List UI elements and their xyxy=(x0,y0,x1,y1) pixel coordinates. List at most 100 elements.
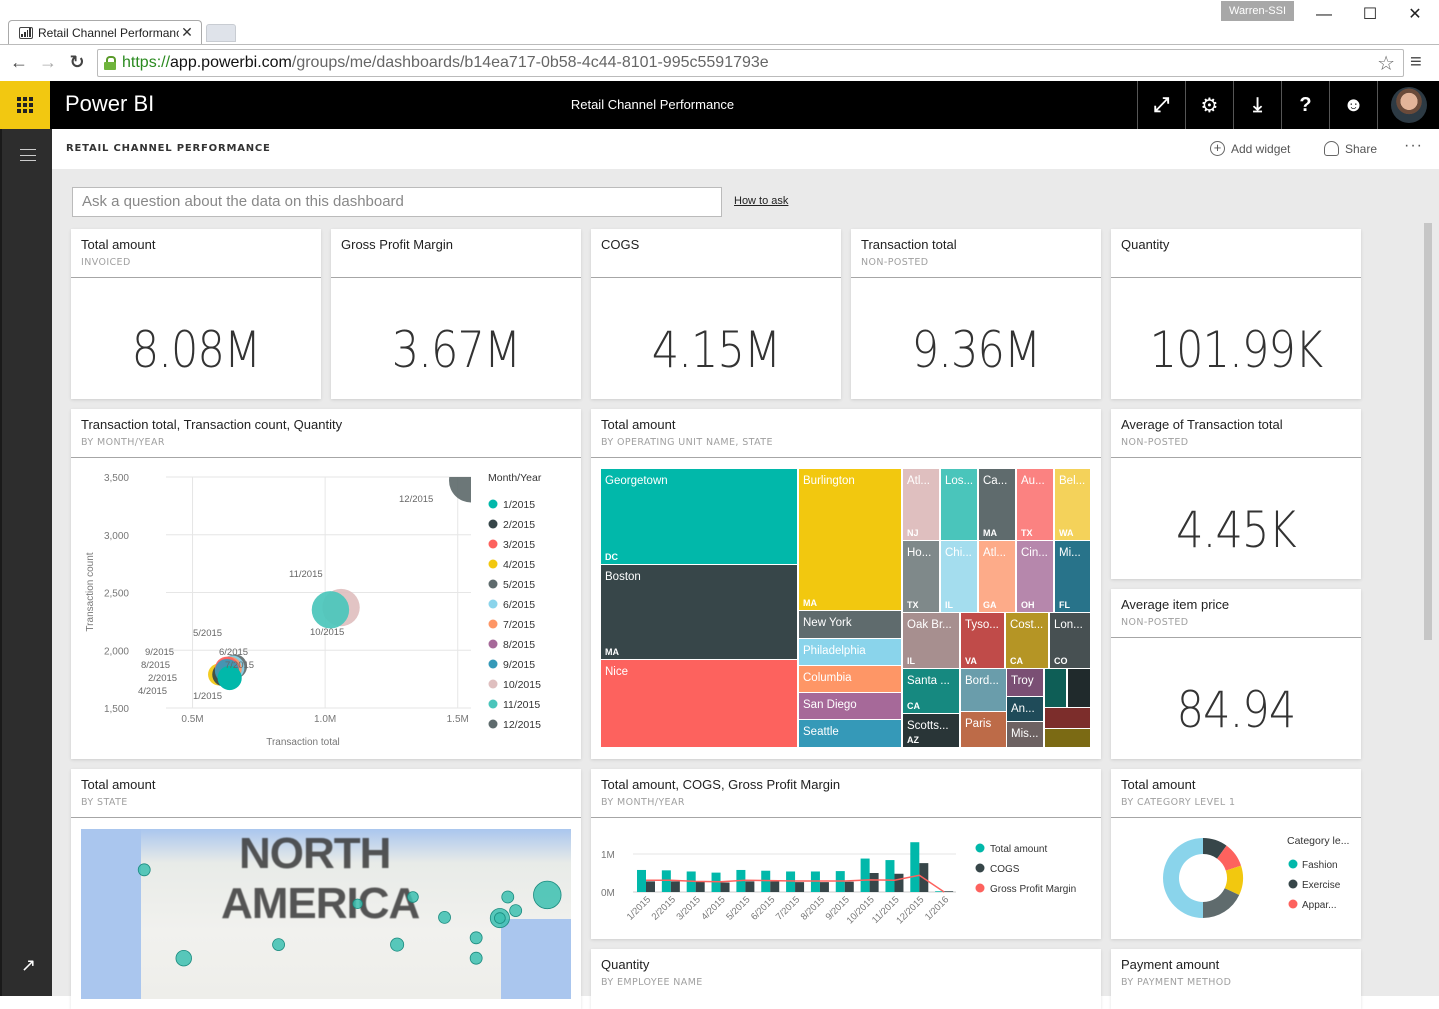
scatter-tile[interactable]: Transaction total, Transaction count, Qu… xyxy=(71,409,581,759)
tile-subtitle: BY OPERATING UNIT NAME, STATE xyxy=(601,437,773,448)
treemap-cell-label: Philadelphia xyxy=(803,645,866,657)
combo-chart-tile[interactable]: Total amount, COGS, Gross Profit Margin B… xyxy=(591,769,1101,939)
treemap-cell[interactable]: Los... xyxy=(941,469,977,540)
new-tab-button[interactable] xyxy=(206,24,236,42)
url-scheme: https:// xyxy=(122,54,171,71)
treemap-cell[interactable]: Chi... IL xyxy=(941,541,977,612)
scatter-chart[interactable]: 1,500 2,000 2,500 3,000 3,500 0.5M 1.0M 1.5M Tra… xyxy=(71,459,581,759)
bar-cogs xyxy=(844,881,854,892)
maximize-button[interactable]: ☐ xyxy=(1356,4,1384,26)
kpi-tile-total-amount[interactable]: Total amount INVOICED 8.08M xyxy=(71,229,321,399)
expand-nav-icon[interactable]: ↗ xyxy=(21,955,36,976)
minimize-button[interactable]: — xyxy=(1310,4,1338,26)
treemap-cell[interactable] xyxy=(1068,669,1090,707)
treemap-cell[interactable]: Atl... GA xyxy=(979,541,1015,612)
treemap-cell[interactable]: Paris xyxy=(961,712,1006,747)
bar-cogs xyxy=(670,881,680,892)
kpi-tile-transaction-total[interactable]: Transaction total NON-POSTED 9.36M xyxy=(851,229,1101,399)
map-background[interactable]: NORTH AMERICA xyxy=(81,829,571,999)
map-bubble xyxy=(533,880,562,910)
back-button[interactable]: ← xyxy=(8,51,30,73)
share-button[interactable]: Share xyxy=(1324,141,1377,156)
how-to-ask-link[interactable]: How to ask xyxy=(734,195,788,207)
help-icon[interactable]: ? xyxy=(1281,81,1329,129)
treemap-cell[interactable]: Philadelphia xyxy=(799,639,901,665)
donut-chart[interactable]: Category le... Fashion Exercise Appar... xyxy=(1111,819,1361,939)
treemap-cell-state: CA xyxy=(907,701,920,711)
treemap-cell[interactable]: Lon... CO xyxy=(1050,613,1090,668)
close-window-button[interactable]: ✕ xyxy=(1401,4,1429,26)
hamburger-icon[interactable] xyxy=(20,149,36,161)
header-title: Retail Channel Performance xyxy=(570,97,735,112)
fullscreen-icon[interactable]: ⤢ xyxy=(1137,81,1185,129)
address-bar[interactable]: https://app.powerbi.com/groups/me/dashbo… xyxy=(97,49,1404,77)
treemap-cell[interactable]: San Diego xyxy=(799,693,901,719)
treemap-chart[interactable]: Georgetown DC Boston MA Nice Burlington MA New … xyxy=(601,469,1091,749)
download-icon[interactable]: ⤓ xyxy=(1233,81,1281,129)
smiley-icon[interactable]: ☻ xyxy=(1329,81,1377,129)
kpi-tile-quantity[interactable]: Quantity 101.99K xyxy=(1111,229,1361,399)
treemap-cell-state: GA xyxy=(983,600,997,610)
more-options-icon[interactable]: ··· xyxy=(1404,137,1423,155)
treemap-cell[interactable]: Nice xyxy=(601,660,797,747)
treemap-cell[interactable]: New York xyxy=(799,611,901,638)
treemap-cell[interactable]: Cin... OH xyxy=(1017,541,1053,612)
tile-subtitle: BY MONTH/YEAR xyxy=(601,797,685,808)
data-point xyxy=(311,591,350,629)
user-avatar[interactable] xyxy=(1377,81,1439,129)
treemap-cell[interactable]: Ho... TX xyxy=(903,541,939,612)
kpi-tile-gross-profit-margin[interactable]: Gross Profit Margin 3.67M xyxy=(331,229,581,399)
kpi-tile-cogs[interactable]: COGS 4.15M xyxy=(591,229,841,399)
tile-title: Payment amount xyxy=(1121,957,1220,972)
reload-button[interactable]: ↻ xyxy=(66,51,88,73)
treemap-cell[interactable]: Seattle xyxy=(799,720,901,747)
treemap-cell[interactable]: An... xyxy=(1007,697,1043,721)
treemap-tile[interactable]: Total amount BY OPERATING UNIT NAME, STAT… xyxy=(591,409,1101,759)
legend-label: 1/2015 xyxy=(503,499,535,511)
data-label: 1/2015 xyxy=(193,691,222,702)
treemap-cell[interactable]: Oak Br... IL xyxy=(903,613,959,668)
treemap-cell[interactable]: Georgetown DC xyxy=(601,469,797,564)
map-tile[interactable]: Total amount BY STATE NORTH AMERICA xyxy=(71,769,581,1009)
qa-input[interactable]: Ask a question about the data on this da… xyxy=(72,187,722,217)
kpi-tile-avg-item-price[interactable]: Average item price NON-POSTED 84.94 xyxy=(1111,589,1361,759)
payment-amount-tile[interactable]: Payment amount BY PAYMENT METHOD xyxy=(1111,949,1361,1009)
treemap-cell[interactable]: Santa ... CA xyxy=(903,669,959,713)
treemap-cell[interactable] xyxy=(1045,708,1090,728)
treemap-cell[interactable]: Ca... MA xyxy=(979,469,1015,540)
browser-menu-icon[interactable]: ≡ xyxy=(1410,51,1422,74)
treemap-cell[interactable]: Boston MA xyxy=(601,565,797,659)
treemap-cell[interactable]: Atl... NJ xyxy=(903,469,939,540)
bar-total-amount xyxy=(761,870,771,892)
gear-icon[interactable]: ⚙ xyxy=(1185,81,1233,129)
treemap-cell[interactable]: Columbia xyxy=(799,666,901,692)
treemap-cell[interactable]: Cost... CA xyxy=(1006,613,1048,668)
dashboard-subheader: RETAIL CHANNEL PERFORMANCE + Add widget … xyxy=(52,129,1439,169)
scrollbar-thumb[interactable] xyxy=(1424,223,1432,640)
treemap-cell[interactable]: Au... TX xyxy=(1017,469,1053,540)
treemap-cell[interactable]: Mi... FL xyxy=(1055,541,1090,612)
treemap-cell[interactable]: Mis... xyxy=(1007,722,1043,747)
donut-tile[interactable]: Total amount BY CATEGORY LEVEL 1 Category… xyxy=(1111,769,1361,939)
treemap-cell[interactable]: Bel... WA xyxy=(1055,469,1090,540)
data-label: 6/2015 xyxy=(219,647,248,658)
tab-close-icon[interactable]: ✕ xyxy=(179,24,195,41)
kpi-tile-avg-transaction-total[interactable]: Average of Transaction total NON-POSTED 4… xyxy=(1111,409,1361,579)
quantity-by-employee-tile[interactable]: Quantity BY EMPLOYEE NAME xyxy=(591,949,1101,1009)
treemap-cell[interactable] xyxy=(1045,669,1066,707)
add-widget-button[interactable]: + Add widget xyxy=(1210,141,1290,156)
forward-button[interactable]: → xyxy=(37,51,59,73)
treemap-cell[interactable]: Tyso... VA xyxy=(961,613,1004,668)
profile-badge[interactable]: Warren-SSI xyxy=(1221,1,1294,21)
treemap-cell[interactable]: Bord... xyxy=(961,669,1006,711)
treemap-cell[interactable] xyxy=(1045,729,1090,747)
browser-tab[interactable]: Retail Channel Performanc ✕ xyxy=(8,20,202,44)
treemap-cell[interactable]: Burlington MA xyxy=(799,469,901,610)
treemap-cell[interactable]: Scotts... AZ xyxy=(903,714,959,747)
app-header: Power BI Retail Channel Performance ⤢ ⚙ … xyxy=(0,81,1439,129)
treemap-cell-state: NJ xyxy=(907,528,919,538)
combo-chart[interactable]: 0M 1M 1/20152/20153/20154/20155/20156/2015… xyxy=(591,819,1101,939)
treemap-cell[interactable]: Troy xyxy=(1007,669,1043,696)
bookmark-star-icon[interactable]: ☆ xyxy=(1377,51,1395,76)
legend-label: Gross Profit Margin xyxy=(990,884,1076,895)
